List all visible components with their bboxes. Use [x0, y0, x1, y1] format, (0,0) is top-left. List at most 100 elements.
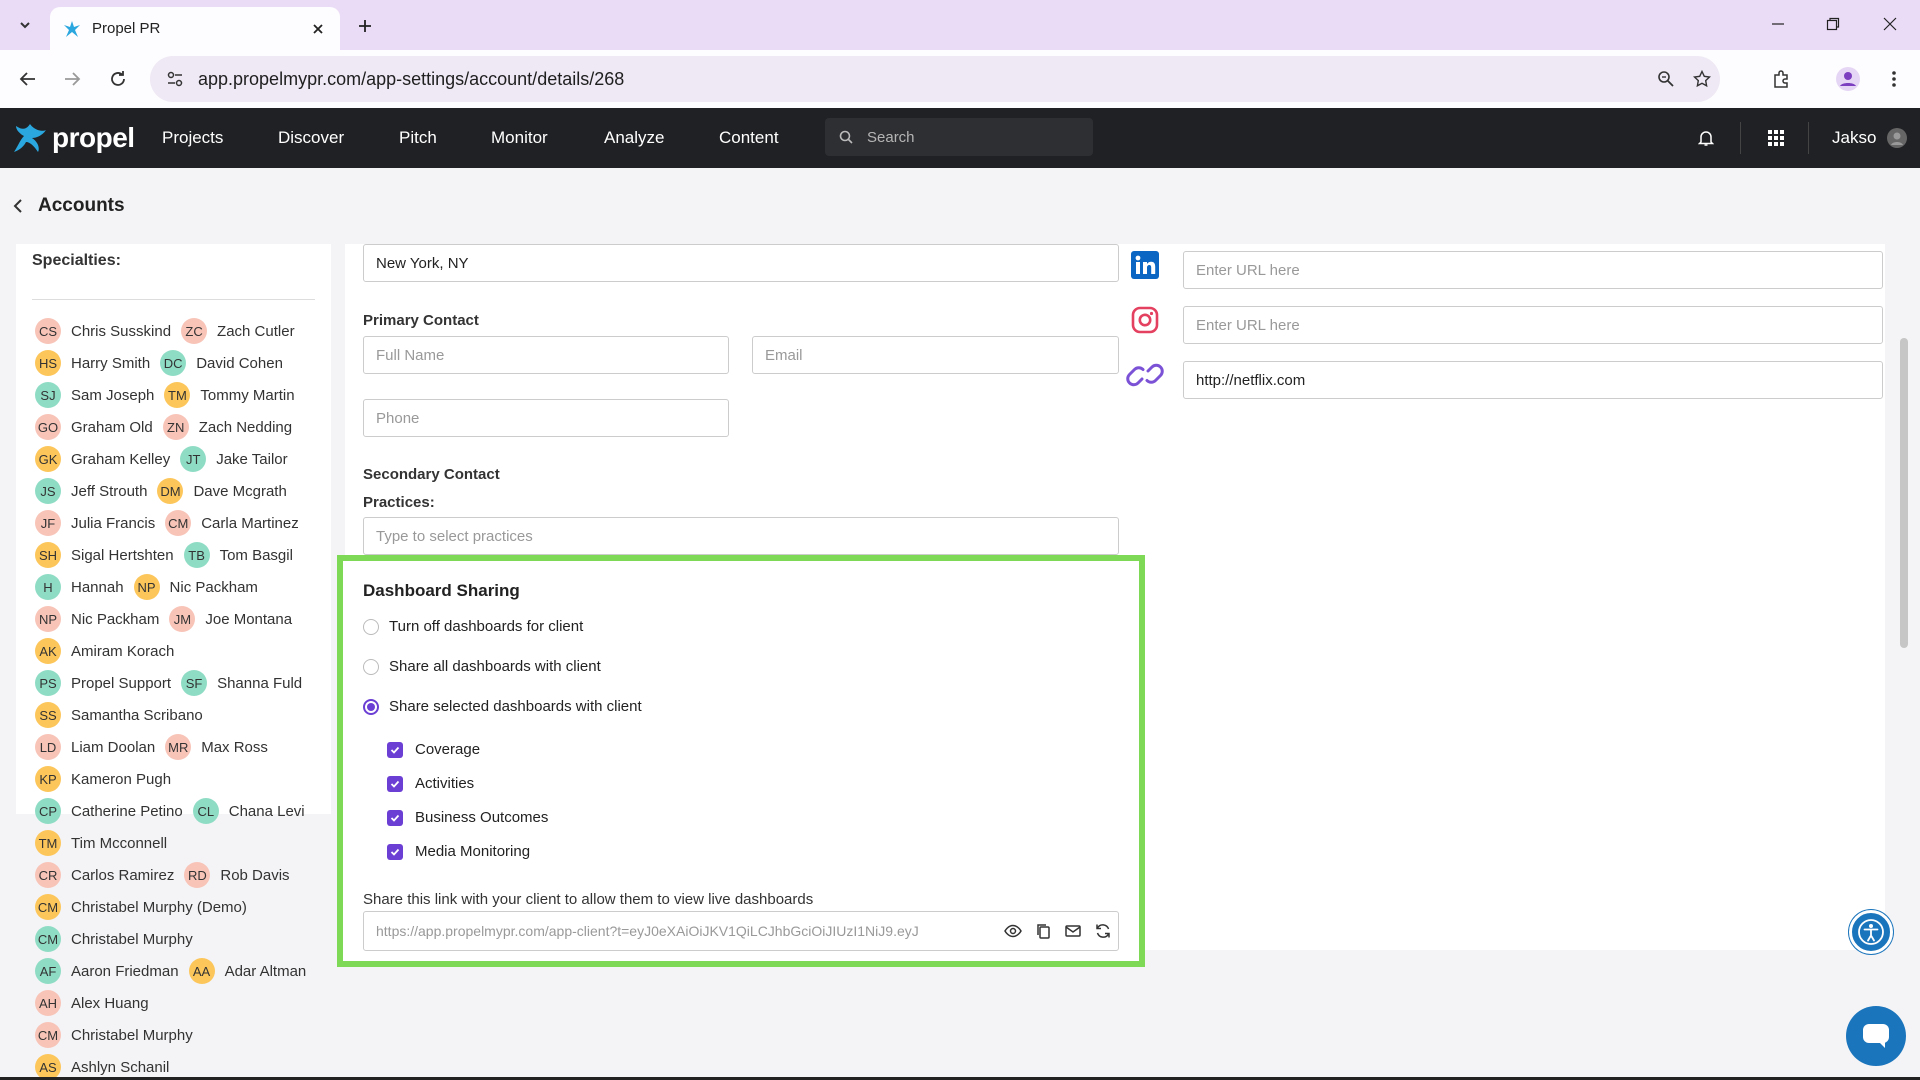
user-name[interactable]: Jakso	[1832, 108, 1876, 168]
radio-circle[interactable]	[363, 659, 379, 675]
team-member[interactable]: DC David Cohen	[160, 350, 283, 376]
team-member[interactable]: RD Rob Davis	[184, 862, 290, 888]
address-bar[interactable]: app.propelmypr.com/app-settings/account/…	[150, 56, 1720, 102]
nav-pitch[interactable]: Pitch	[399, 108, 437, 168]
nav-analyze[interactable]: Analyze	[604, 108, 664, 168]
profile-button[interactable]	[1834, 65, 1862, 93]
nav-discover[interactable]: Discover	[278, 108, 344, 168]
nav-projects[interactable]: Projects	[162, 108, 223, 168]
propel-logo[interactable]: propel	[12, 122, 135, 154]
team-member[interactable]: PS Propel Support	[35, 670, 171, 696]
checkbox-coverage[interactable]: Coverage	[387, 741, 480, 758]
team-member[interactable]: GO Graham Old	[35, 414, 153, 440]
instagram-url-input[interactable]: Enter URL here	[1183, 306, 1883, 344]
team-member[interactable]: CM Christabel Murphy	[35, 926, 193, 952]
minimize-button[interactable]	[1760, 10, 1796, 38]
team-member[interactable]: MR Max Ross	[165, 734, 268, 760]
team-member[interactable]: NP Nic Packham	[133, 574, 258, 600]
refresh-icon[interactable]	[1088, 916, 1118, 946]
radio-share-all-dashboards[interactable]: Share all dashboards with client	[363, 657, 601, 675]
team-member[interactable]: JS Jeff Strouth	[35, 478, 147, 504]
team-member[interactable]: CM Christabel Murphy (Demo)	[35, 894, 247, 920]
team-member[interactable]: SH Sigal Hertshten	[35, 542, 174, 568]
team-member[interactable]: SJ Sam Joseph	[35, 382, 154, 408]
team-member[interactable]: KP Kameron Pugh	[35, 766, 171, 792]
close-window-button[interactable]	[1872, 10, 1908, 38]
team-member[interactable]: CM Carla Martinez	[165, 510, 299, 536]
page-scrollbar[interactable]	[1900, 338, 1908, 648]
notifications-button[interactable]	[1692, 124, 1720, 152]
tab-search-button[interactable]	[12, 12, 38, 38]
team-member[interactable]: AF Aaron Friedman	[35, 958, 179, 984]
share-link-field[interactable]: https://app.propelmypr.com/app-client?t=…	[363, 911, 1119, 951]
new-tab-button[interactable]	[352, 13, 378, 39]
browser-tab[interactable]: Propel PR	[50, 7, 340, 50]
site-info-icon[interactable]	[164, 68, 186, 90]
team-member[interactable]: SF Shanna Fuld	[181, 670, 302, 696]
accounts-back-link[interactable]: Accounts	[12, 188, 125, 224]
checkbox-checked-icon[interactable]	[387, 843, 403, 860]
chat-support-button[interactable]	[1846, 1006, 1906, 1066]
search-input[interactable]: Search	[825, 118, 1093, 156]
team-member[interactable]: LD Liam Doolan	[35, 734, 155, 760]
team-member[interactable]: AH Alex Huang	[35, 990, 149, 1016]
accessibility-icon	[1858, 919, 1884, 945]
team-member[interactable]: TM Tommy Martin	[164, 382, 295, 408]
team-member[interactable]: JT Jake Tailor	[180, 446, 288, 472]
accessibility-button[interactable]	[1849, 910, 1893, 954]
team-member[interactable]: CS Chris Susskind	[35, 318, 171, 344]
forward-button[interactable]	[58, 65, 86, 93]
linkedin-url-input[interactable]: Enter URL here	[1183, 251, 1883, 289]
team-member[interactable]: CL Chana Levi	[192, 798, 305, 824]
team-member[interactable]: CR Carlos Ramirez	[35, 862, 174, 888]
primary-email-input[interactable]: Email	[752, 336, 1119, 374]
checkbox-media-monitoring[interactable]: Media Monitoring	[387, 843, 530, 860]
checkbox-activities[interactable]: Activities	[387, 775, 474, 792]
team-member[interactable]: GK Graham Kelley	[35, 446, 170, 472]
apps-grid-button[interactable]	[1762, 124, 1790, 152]
team-member[interactable]: ZC Zach Cutler	[181, 318, 295, 344]
team-member[interactable]: AA Adar Altman	[188, 958, 306, 984]
team-member[interactable]: HS Harry Smith	[35, 350, 150, 376]
close-tab-icon[interactable]	[308, 19, 328, 39]
team-member[interactable]: DM Dave Mcgrath	[157, 478, 287, 504]
back-button[interactable]	[14, 65, 42, 93]
email-icon[interactable]	[1058, 916, 1088, 946]
checkbox-business-outcomes[interactable]: Business Outcomes	[387, 809, 548, 826]
share-link-url[interactable]: https://app.propelmypr.com/app-client?t=…	[376, 923, 998, 939]
team-member[interactable]: TB Tom Basgil	[183, 542, 293, 568]
browser-menu-button[interactable]	[1880, 65, 1908, 93]
zoom-icon[interactable]	[1648, 64, 1684, 94]
reload-button[interactable]	[104, 65, 132, 93]
radio-circle-selected[interactable]	[363, 699, 379, 715]
checkbox-checked-icon[interactable]	[387, 741, 403, 758]
checkbox-checked-icon[interactable]	[387, 809, 403, 826]
user-avatar-icon[interactable]	[1887, 128, 1907, 148]
primary-phone-input[interactable]: Phone	[363, 399, 729, 437]
team-member[interactable]: ZN Zach Nedding	[162, 414, 292, 440]
team-member[interactable]: TM Tim Mcconnell	[35, 830, 167, 856]
team-member[interactable]: CM Christabel Murphy	[35, 1022, 193, 1048]
location-field[interactable]: New York, NY	[363, 244, 1119, 282]
radio-turn-off-dashboards[interactable]: Turn off dashboards for client	[363, 617, 583, 635]
copy-icon[interactable]	[1028, 916, 1058, 946]
checkbox-checked-icon[interactable]	[387, 775, 403, 792]
team-member[interactable]: H Hannah	[35, 574, 124, 600]
nav-monitor[interactable]: Monitor	[491, 108, 548, 168]
radio-share-selected-dashboards[interactable]: Share selected dashboards with client	[363, 697, 642, 715]
radio-circle[interactable]	[363, 619, 379, 635]
nav-content[interactable]: Content	[719, 108, 779, 168]
team-member[interactable]: SS Samantha Scribano	[35, 702, 203, 728]
team-member[interactable]: AK Amiram Korach	[35, 638, 174, 664]
extensions-button[interactable]	[1768, 65, 1796, 93]
team-member[interactable]: JF Julia Francis	[35, 510, 155, 536]
practices-input[interactable]: Type to select practices	[363, 517, 1119, 555]
primary-full-name-input[interactable]: Full Name	[363, 336, 729, 374]
team-member[interactable]: NP Nic Packham	[35, 606, 159, 632]
bookmark-star-icon[interactable]	[1684, 64, 1720, 94]
eye-icon[interactable]	[998, 916, 1028, 946]
team-member[interactable]: JM Joe Montana	[169, 606, 292, 632]
website-url-input[interactable]: http://netflix.com	[1183, 361, 1883, 399]
team-member[interactable]: CP Catherine Petino	[35, 798, 183, 824]
restore-button[interactable]	[1815, 10, 1851, 38]
